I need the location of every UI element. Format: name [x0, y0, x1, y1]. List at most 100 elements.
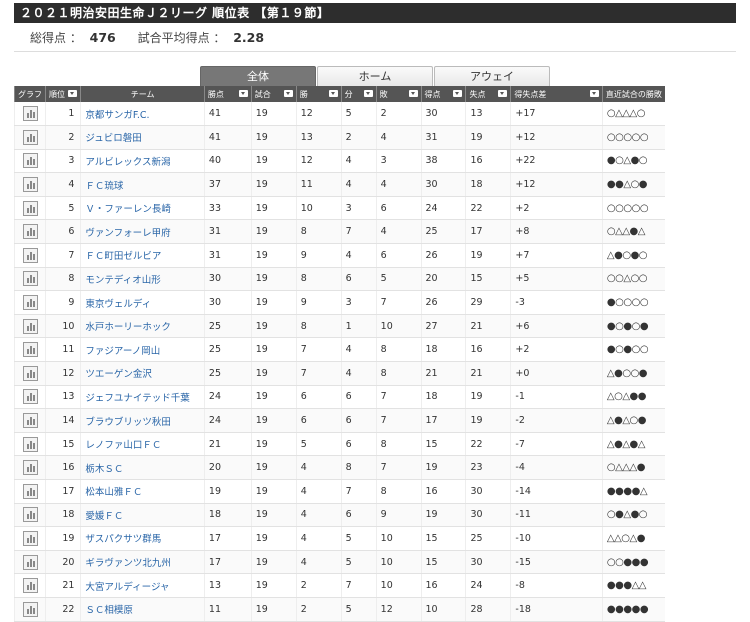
sort-icon[interactable]	[408, 89, 418, 97]
bar-chart-icon[interactable]	[22, 224, 38, 240]
played-cell: 19	[250, 267, 297, 292]
bar-chart-icon[interactable]	[22, 200, 38, 216]
tab-overall[interactable]: 全体	[200, 66, 316, 86]
goals-against-cell: 13	[465, 102, 511, 127]
team-link[interactable]: ＦＣ町田ゼルビア	[80, 243, 205, 268]
team-link[interactable]: ツエーゲン金沢	[80, 361, 205, 386]
team-link[interactable]: ギラヴァンツ北九州	[80, 550, 205, 575]
team-link[interactable]: 栃木ＳＣ	[80, 455, 205, 480]
sort-icon[interactable]	[498, 89, 508, 97]
team-link[interactable]: モンテディオ山形	[80, 267, 205, 292]
table-row: 10 水戸ホーリーホック 25 19 8 1 10 27 21 +6 ●○●○●	[14, 314, 665, 339]
draw-cell: 6	[340, 432, 377, 457]
sort-icon[interactable]	[68, 89, 78, 97]
bar-chart-icon[interactable]	[22, 153, 38, 169]
col-played[interactable]: 試合	[250, 86, 297, 102]
team-link[interactable]: ジェフユナイテッド千葉	[80, 385, 205, 410]
goals-against-cell: 28	[465, 597, 511, 622]
sort-icon[interactable]	[589, 89, 599, 97]
graph-cell	[14, 597, 46, 622]
sort-icon[interactable]	[328, 89, 338, 97]
bar-chart-icon[interactable]	[22, 129, 38, 145]
team-link[interactable]: ファジアーノ岡山	[80, 337, 205, 363]
team-link[interactable]: 京都サンガF.C.	[80, 102, 205, 127]
team-link[interactable]: レノファ山口ＦＣ	[80, 432, 205, 457]
col-goal-diff[interactable]: 得失点差	[510, 86, 603, 102]
bar-chart-icon[interactable]	[22, 389, 38, 405]
graph-cell	[14, 479, 46, 504]
points-cell: 17	[203, 550, 252, 575]
sort-icon[interactable]	[238, 89, 248, 97]
goal-diff-cell: +12	[510, 172, 603, 197]
team-link[interactable]: 東京ヴェルディ	[80, 290, 205, 315]
col-loss[interactable]: 敗	[375, 86, 422, 102]
bar-chart-icon[interactable]	[22, 177, 38, 193]
team-link[interactable]: ＳＣ相模原	[80, 597, 205, 622]
team-link[interactable]: ジュビロ磐田	[80, 125, 205, 150]
table-row: 8 モンテディオ山形 30 19 8 6 5 20 15 +5 ○○△○○	[14, 267, 665, 292]
recent-results-cell: ○△△△○	[601, 102, 665, 127]
avg-goals-label: 試合平均得点 ：	[137, 31, 226, 45]
bar-chart-icon[interactable]	[22, 530, 38, 546]
graph-cell	[14, 573, 46, 598]
col-rank[interactable]: 順位	[44, 86, 81, 102]
points-cell: 20	[203, 455, 252, 480]
points-cell: 24	[203, 408, 252, 433]
col-points[interactable]: 勝点	[203, 86, 252, 102]
team-link[interactable]: 大宮アルディージャ	[80, 573, 205, 598]
played-cell: 19	[250, 172, 297, 197]
tab-away[interactable]: アウェイ	[434, 66, 550, 86]
rank-cell: 10	[44, 314, 81, 339]
sort-icon[interactable]	[453, 89, 463, 97]
graph-cell	[14, 149, 46, 174]
bar-chart-icon[interactable]	[22, 436, 38, 452]
recent-results-cell: ●●△○●	[601, 172, 665, 197]
bar-chart-icon[interactable]	[22, 460, 38, 476]
points-cell: 18	[203, 503, 252, 528]
loss-cell: 4	[375, 125, 422, 150]
team-link[interactable]: ザスパクサツ群馬	[80, 526, 205, 551]
sort-icon[interactable]	[283, 89, 293, 97]
draw-cell: 3	[340, 290, 377, 315]
bar-chart-icon[interactable]	[22, 507, 38, 523]
team-link[interactable]: アルビレックス新潟	[80, 149, 205, 174]
points-cell: 11	[203, 597, 252, 622]
col-win[interactable]: 勝	[295, 86, 342, 102]
goals-against-cell: 23	[465, 455, 511, 480]
bar-chart-icon[interactable]	[22, 601, 38, 617]
standings-table: グラフ 順位 チーム 勝点 試合 勝 分 敗 得点 失点 得失点差 直近試合の勝…	[14, 86, 665, 622]
graph-cell	[14, 196, 46, 221]
goals-against-cell: 17	[465, 219, 511, 245]
bar-chart-icon[interactable]	[22, 271, 38, 287]
goal-diff-cell: -15	[510, 550, 603, 575]
team-link[interactable]: ヴァンフォーレ甲府	[80, 219, 205, 245]
win-cell: 8	[295, 219, 342, 245]
team-link[interactable]: 水戸ホーリーホック	[80, 314, 205, 339]
tab-home[interactable]: ホーム	[317, 66, 433, 86]
bar-chart-icon[interactable]	[22, 578, 38, 594]
draw-cell: 3	[340, 196, 377, 221]
bar-chart-icon[interactable]	[22, 247, 38, 263]
col-goals-against[interactable]: 失点	[465, 86, 511, 102]
team-link[interactable]: 松本山雅ＦＣ	[80, 479, 205, 504]
team-link[interactable]: ＦＣ琉球	[80, 172, 205, 197]
bar-chart-icon[interactable]	[22, 342, 38, 358]
team-link[interactable]: ブラウブリッツ秋田	[80, 408, 205, 433]
col-draw[interactable]: 分	[340, 86, 377, 102]
bar-chart-icon[interactable]	[22, 483, 38, 499]
win-cell: 9	[295, 243, 342, 268]
bar-chart-icon[interactable]	[22, 554, 38, 570]
bar-chart-icon[interactable]	[22, 318, 38, 334]
bar-chart-icon[interactable]	[22, 106, 38, 122]
bar-chart-icon[interactable]	[22, 413, 38, 429]
col-goals-for[interactable]: 得点	[420, 86, 466, 102]
sort-icon[interactable]	[363, 89, 373, 97]
team-link[interactable]: Ｖ・ファーレン長崎	[80, 196, 205, 221]
graph-cell	[14, 550, 46, 575]
recent-results-cell: △○△●●	[601, 385, 665, 410]
bar-chart-icon[interactable]	[22, 295, 38, 311]
rank-cell: 7	[44, 243, 81, 268]
bar-chart-icon[interactable]	[22, 365, 38, 381]
table-row: 5 Ｖ・ファーレン長崎 33 19 10 3 6 24 22 +2 ○○○○○	[14, 196, 665, 221]
team-link[interactable]: 愛媛ＦＣ	[80, 503, 205, 528]
